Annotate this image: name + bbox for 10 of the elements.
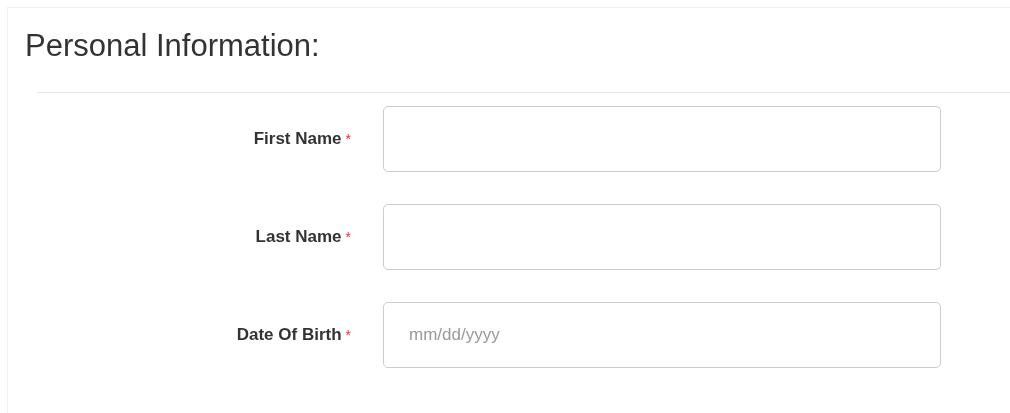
required-mark: * (345, 229, 351, 245)
required-mark: * (345, 327, 351, 343)
field-label: Date Of Birth (236, 325, 342, 345)
field-label: Last Name (255, 227, 342, 247)
input-field[interactable] (383, 204, 941, 270)
section-title: Personal Information: (25, 28, 321, 64)
required-mark: * (345, 131, 351, 147)
input-field[interactable]: mm/dd/yyyy (383, 302, 941, 368)
field-label: First Name (253, 129, 342, 149)
input-field[interactable] (383, 106, 941, 172)
